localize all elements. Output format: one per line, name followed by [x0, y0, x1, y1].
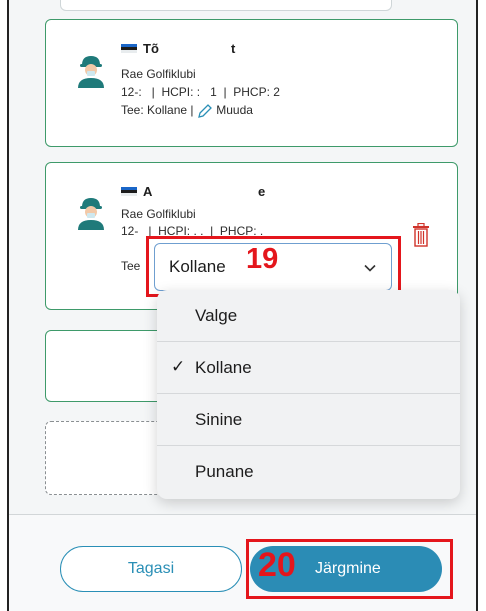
- trash-icon[interactable]: [412, 223, 430, 247]
- player-name: Tõ: [143, 41, 159, 56]
- tee-label: Tee:: [121, 103, 144, 118]
- player-club: Rae Golfiklubi: [121, 67, 196, 81]
- golfer-avatar-icon: [78, 56, 104, 88]
- tee-option-punane[interactable]: Punane: [157, 446, 460, 498]
- tee-value: Kollane: [147, 103, 188, 118]
- player-name-tail: t: [231, 41, 236, 56]
- separator: |: [190, 103, 194, 118]
- tee-option-sinine[interactable]: Sinine: [157, 394, 460, 446]
- player-club: Rae Golfiklubi: [121, 207, 196, 221]
- annotation-number-19: 19: [246, 243, 279, 275]
- right-frame-edge: [476, 0, 486, 611]
- annotation-number-20: 20: [258, 546, 296, 584]
- tee-label: Tee: [121, 259, 141, 273]
- player-stats: 12-: | HCPI: : 1 | PHCP: 2: [121, 85, 280, 99]
- player-name-tail: e: [258, 184, 266, 199]
- tee-option-kollane[interactable]: ✓ Kollane: [157, 342, 460, 394]
- checkmark-icon: ✓: [171, 357, 186, 376]
- player-name: A: [143, 184, 153, 199]
- edit-tee-link[interactable]: Muuda: [216, 103, 253, 117]
- tee-dropdown-menu: Valge ✓ Kollane Sinine Punane: [157, 290, 460, 499]
- previous-card-edge: [60, 0, 392, 11]
- player-card-1[interactable]: Tõ t Rae Golfiklubi 12-: | HCPI: : 1 | P…: [45, 19, 458, 147]
- player-tee: Tee: Kollane | Muuda: [121, 103, 253, 119]
- country-flag-icon: [121, 44, 137, 53]
- back-button[interactable]: Tagasi: [60, 546, 242, 592]
- tee-option-valge[interactable]: Valge: [157, 290, 460, 342]
- country-flag-icon: [121, 187, 137, 196]
- pencil-icon[interactable]: [197, 103, 213, 119]
- golfer-avatar-icon: [78, 198, 104, 230]
- left-frame-edge: [0, 0, 9, 611]
